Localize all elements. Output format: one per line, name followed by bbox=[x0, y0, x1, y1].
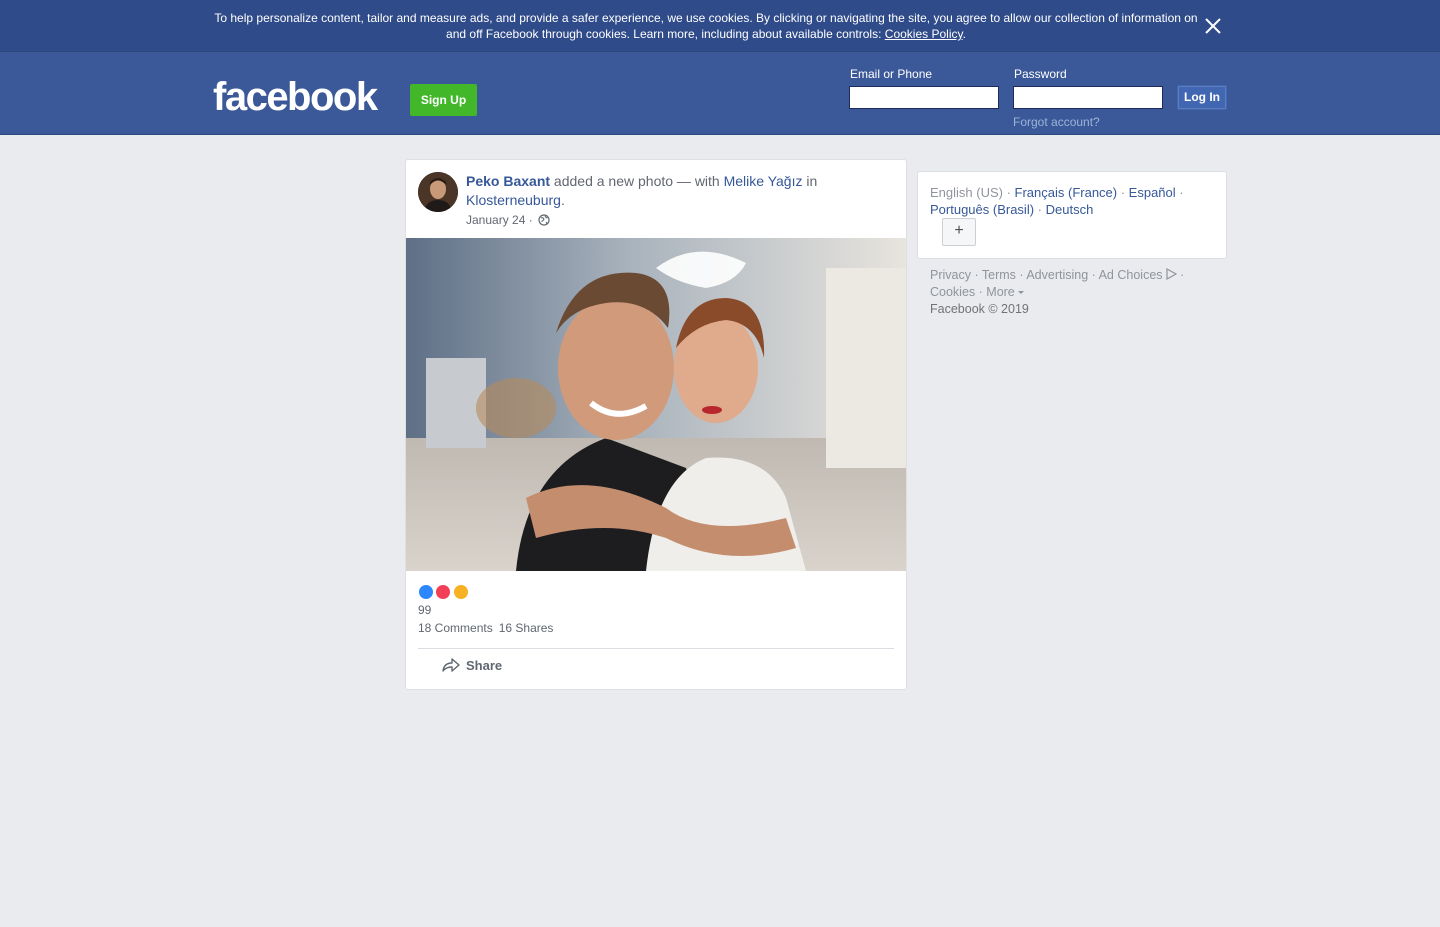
language-link[interactable]: Français (France) bbox=[1015, 185, 1118, 200]
current-language: English (US) bbox=[930, 185, 1003, 200]
cookies-link[interactable]: Cookies bbox=[930, 285, 975, 299]
location-end: . bbox=[560, 192, 565, 208]
advertising-link[interactable]: Advertising bbox=[1026, 268, 1088, 282]
heart-icon bbox=[435, 584, 452, 600]
language-link[interactable]: Português (Brasil) bbox=[930, 202, 1034, 217]
copyright: Facebook © 2019 bbox=[930, 302, 1029, 316]
like-icon bbox=[418, 584, 434, 600]
in-text: in bbox=[802, 173, 818, 189]
log-in-button[interactable]: Log In bbox=[1177, 85, 1227, 110]
avatar[interactable] bbox=[418, 172, 458, 212]
separator: · bbox=[1117, 185, 1129, 200]
post-header: Peko Baxant added a new photo — with Mel… bbox=[466, 172, 866, 210]
comments-count[interactable]: 18 Comments bbox=[418, 621, 493, 635]
author-link[interactable]: Peko Baxant bbox=[466, 173, 550, 189]
cookie-message: To help personalize content, tailor and … bbox=[214, 11, 1198, 41]
date-separator: · bbox=[525, 213, 537, 227]
post-action: added a new photo — with bbox=[550, 173, 724, 189]
password-field[interactable] bbox=[1013, 86, 1163, 109]
language-link[interactable]: Deutsch bbox=[1046, 202, 1094, 217]
share-icon bbox=[442, 658, 460, 672]
shares-count[interactable]: 16 Shares bbox=[499, 621, 554, 635]
post-meta: January 24 · bbox=[466, 213, 550, 229]
ad-choices-label: Ad Choices bbox=[1098, 268, 1163, 282]
separator: · bbox=[1176, 268, 1185, 282]
forgot-account-link[interactable]: Forgot account? bbox=[1013, 115, 1100, 129]
caret-down-icon bbox=[1017, 291, 1024, 294]
footer-links: Privacy · Terms · Advertising · Ad Choic… bbox=[930, 267, 1210, 301]
sign-up-button[interactable]: Sign Up bbox=[410, 84, 477, 116]
add-language-button[interactable]: + bbox=[942, 218, 976, 246]
close-icon[interactable] bbox=[1203, 16, 1223, 36]
separator: · bbox=[1034, 202, 1046, 217]
share-button[interactable]: Share bbox=[442, 653, 502, 679]
cookie-text: To help personalize content, tailor and … bbox=[208, 10, 1204, 42]
cookie-period: . bbox=[962, 27, 966, 41]
cookie-banner: To help personalize content, tailor and … bbox=[0, 0, 1440, 52]
separator: · bbox=[1088, 268, 1099, 282]
cookies-policy-link[interactable]: Cookies Policy bbox=[885, 27, 963, 41]
more-link[interactable]: More bbox=[986, 285, 1024, 299]
ad-choices-link[interactable]: Ad Choices bbox=[1098, 267, 1177, 282]
divider bbox=[418, 648, 894, 649]
reactions[interactable] bbox=[418, 584, 469, 600]
language-link[interactable]: Español bbox=[1129, 185, 1176, 200]
separator: · bbox=[1175, 185, 1184, 200]
globe-icon[interactable] bbox=[538, 214, 550, 229]
separator: · bbox=[1002, 185, 1015, 200]
reaction-count[interactable]: 99 bbox=[418, 603, 431, 617]
more-label: More bbox=[986, 285, 1015, 299]
ad-choices-icon bbox=[1165, 267, 1177, 281]
location-link[interactable]: Klosterneuburg bbox=[466, 192, 561, 208]
post-date[interactable]: January 24 bbox=[466, 213, 525, 227]
top-bar: facebook Sign Up Email or Phone Password… bbox=[0, 52, 1440, 135]
post-photo[interactable] bbox=[406, 238, 906, 571]
email-field[interactable] bbox=[849, 86, 999, 109]
facebook-logo[interactable]: facebook bbox=[213, 75, 378, 119]
email-label: Email or Phone bbox=[850, 67, 933, 81]
password-label: Password bbox=[1014, 67, 1067, 81]
language-selector: English (US) · Français (France) · Españ… bbox=[917, 171, 1227, 259]
privacy-link[interactable]: Privacy bbox=[930, 268, 971, 282]
tagged-user-link[interactable]: Melike Yağız bbox=[724, 173, 803, 189]
separator: · bbox=[975, 285, 987, 299]
share-label: Share bbox=[466, 658, 503, 673]
separator: · bbox=[1015, 268, 1027, 282]
post-card: Peko Baxant added a new photo — with Mel… bbox=[405, 159, 907, 690]
engagement-counts: 18 Comments 16 Shares bbox=[418, 621, 559, 635]
separator: · bbox=[970, 268, 982, 282]
terms-link[interactable]: Terms bbox=[982, 268, 1016, 282]
language-list: English (US) · Français (France) · Españ… bbox=[930, 184, 1220, 218]
wow-icon bbox=[452, 584, 469, 600]
